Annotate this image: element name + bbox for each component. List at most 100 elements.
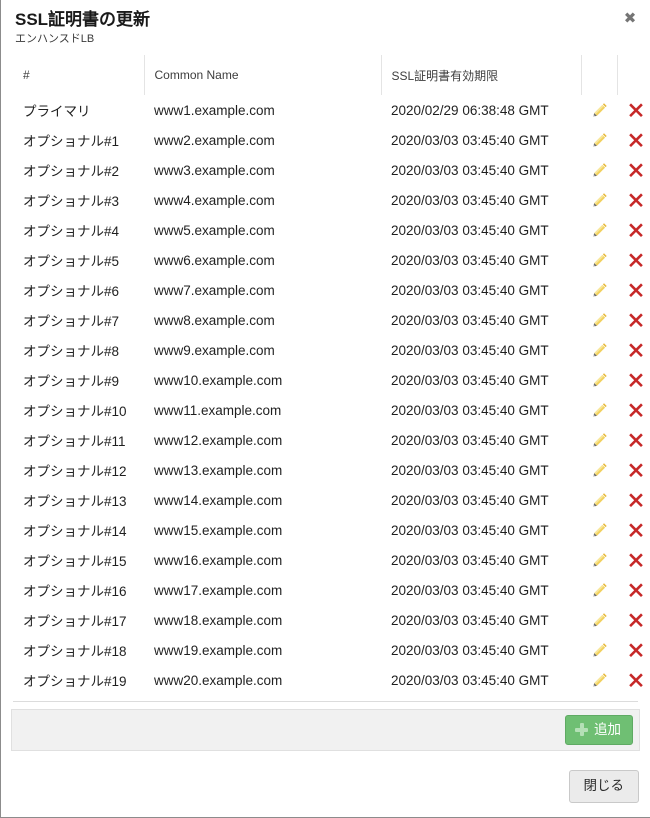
cell-delete (617, 425, 650, 455)
pencil-icon[interactable] (591, 101, 609, 119)
cell-index: オプショナル#9 (13, 365, 144, 395)
pencil-icon[interactable] (591, 671, 609, 689)
table-row: オプショナル#5www6.example.com2020/03/03 03:45… (13, 245, 650, 275)
cell-expiry: 2020/03/03 03:45:40 GMT (381, 485, 581, 515)
delete-x-icon[interactable] (627, 491, 645, 509)
cell-common-name: www18.example.com (144, 605, 381, 635)
pencil-icon[interactable] (591, 581, 609, 599)
cell-delete (617, 515, 650, 545)
delete-x-icon[interactable] (627, 191, 645, 209)
cell-delete (617, 665, 650, 695)
table-row: オプショナル#14www15.example.com2020/03/03 03:… (13, 515, 650, 545)
delete-x-icon[interactable] (627, 101, 645, 119)
delete-x-icon[interactable] (627, 311, 645, 329)
delete-x-icon[interactable] (627, 161, 645, 179)
table-row: オプショナル#15www16.example.com2020/03/03 03:… (13, 545, 650, 575)
pencil-icon[interactable] (591, 191, 609, 209)
pencil-icon[interactable] (591, 401, 609, 419)
plus-icon (575, 723, 588, 736)
column-header-expiry: SSL証明書有効期限 (381, 55, 581, 95)
table-header: # Common Name SSL証明書有効期限 (13, 55, 650, 95)
delete-x-icon[interactable] (627, 611, 645, 629)
cell-edit (581, 605, 617, 635)
pencil-icon[interactable] (591, 131, 609, 149)
close-icon[interactable]: ✖ (622, 11, 638, 27)
page-title: SSL証明書の更新 (15, 9, 636, 31)
cell-delete (617, 155, 650, 185)
table-row: オプショナル#12www13.example.com2020/03/03 03:… (13, 455, 650, 485)
pencil-icon[interactable] (591, 551, 609, 569)
cell-edit (581, 635, 617, 665)
cell-common-name: www3.example.com (144, 155, 381, 185)
table-row: オプショナル#1www2.example.com2020/03/03 03:45… (13, 125, 650, 155)
cell-edit (581, 155, 617, 185)
cell-common-name: www4.example.com (144, 185, 381, 215)
cell-delete (617, 335, 650, 365)
cell-delete (617, 365, 650, 395)
cell-delete (617, 455, 650, 485)
delete-x-icon[interactable] (627, 461, 645, 479)
cell-delete (617, 95, 650, 125)
pencil-icon[interactable] (591, 641, 609, 659)
cell-common-name: www15.example.com (144, 515, 381, 545)
pencil-icon[interactable] (591, 251, 609, 269)
cell-edit (581, 305, 617, 335)
close-button[interactable]: 閉じる (569, 770, 640, 803)
delete-x-icon[interactable] (627, 251, 645, 269)
cell-expiry: 2020/03/03 03:45:40 GMT (381, 605, 581, 635)
cell-index: オプショナル#6 (13, 275, 144, 305)
pencil-icon[interactable] (591, 611, 609, 629)
delete-x-icon[interactable] (627, 401, 645, 419)
cell-index: オプショナル#15 (13, 545, 144, 575)
table-row: オプショナル#16www17.example.com2020/03/03 03:… (13, 575, 650, 605)
delete-x-icon[interactable] (627, 551, 645, 569)
cell-common-name: www12.example.com (144, 425, 381, 455)
column-header-index: # (13, 55, 144, 95)
pencil-icon[interactable] (591, 371, 609, 389)
cell-edit (581, 665, 617, 695)
table-row: オプショナル#6www7.example.com2020/03/03 03:45… (13, 275, 650, 305)
cell-common-name: www9.example.com (144, 335, 381, 365)
pencil-icon[interactable] (591, 161, 609, 179)
certificate-table: # Common Name SSL証明書有効期限 プライマリwww1.examp… (13, 55, 650, 695)
delete-x-icon[interactable] (627, 431, 645, 449)
cell-common-name: www7.example.com (144, 275, 381, 305)
cell-delete (617, 185, 650, 215)
cell-index: オプショナル#8 (13, 335, 144, 365)
delete-x-icon[interactable] (627, 641, 645, 659)
cell-index: オプショナル#7 (13, 305, 144, 335)
column-header-delete (617, 55, 650, 95)
delete-x-icon[interactable] (627, 581, 645, 599)
delete-x-icon[interactable] (627, 341, 645, 359)
cell-expiry: 2020/03/03 03:45:40 GMT (381, 545, 581, 575)
table-row: オプショナル#18www19.example.com2020/03/03 03:… (13, 635, 650, 665)
pencil-icon[interactable] (591, 491, 609, 509)
add-button[interactable]: 追加 (565, 715, 633, 745)
pencil-icon[interactable] (591, 221, 609, 239)
delete-x-icon[interactable] (627, 281, 645, 299)
cell-edit (581, 335, 617, 365)
delete-x-icon[interactable] (627, 371, 645, 389)
cell-index: オプショナル#5 (13, 245, 144, 275)
cell-index: オプショナル#2 (13, 155, 144, 185)
column-header-edit (581, 55, 617, 95)
delete-x-icon[interactable] (627, 131, 645, 149)
table-row: オプショナル#4www5.example.com2020/03/03 03:45… (13, 215, 650, 245)
pencil-icon[interactable] (591, 431, 609, 449)
cell-expiry: 2020/02/29 06:38:48 GMT (381, 95, 581, 125)
table-row: オプショナル#3www4.example.com2020/03/03 03:45… (13, 185, 650, 215)
delete-x-icon[interactable] (627, 671, 645, 689)
dialog-subtitle: エンハンスドLB (15, 32, 636, 47)
delete-x-icon[interactable] (627, 521, 645, 539)
table-row: オプショナル#8www9.example.com2020/03/03 03:45… (13, 335, 650, 365)
pencil-icon[interactable] (591, 281, 609, 299)
pencil-icon[interactable] (591, 521, 609, 539)
table-row: オプショナル#10www11.example.com2020/03/03 03:… (13, 395, 650, 425)
delete-x-icon[interactable] (627, 221, 645, 239)
pencil-icon[interactable] (591, 311, 609, 329)
pencil-icon[interactable] (591, 461, 609, 479)
cell-common-name: www6.example.com (144, 245, 381, 275)
pencil-icon[interactable] (591, 341, 609, 359)
cell-expiry: 2020/03/03 03:45:40 GMT (381, 635, 581, 665)
cell-index: オプショナル#16 (13, 575, 144, 605)
